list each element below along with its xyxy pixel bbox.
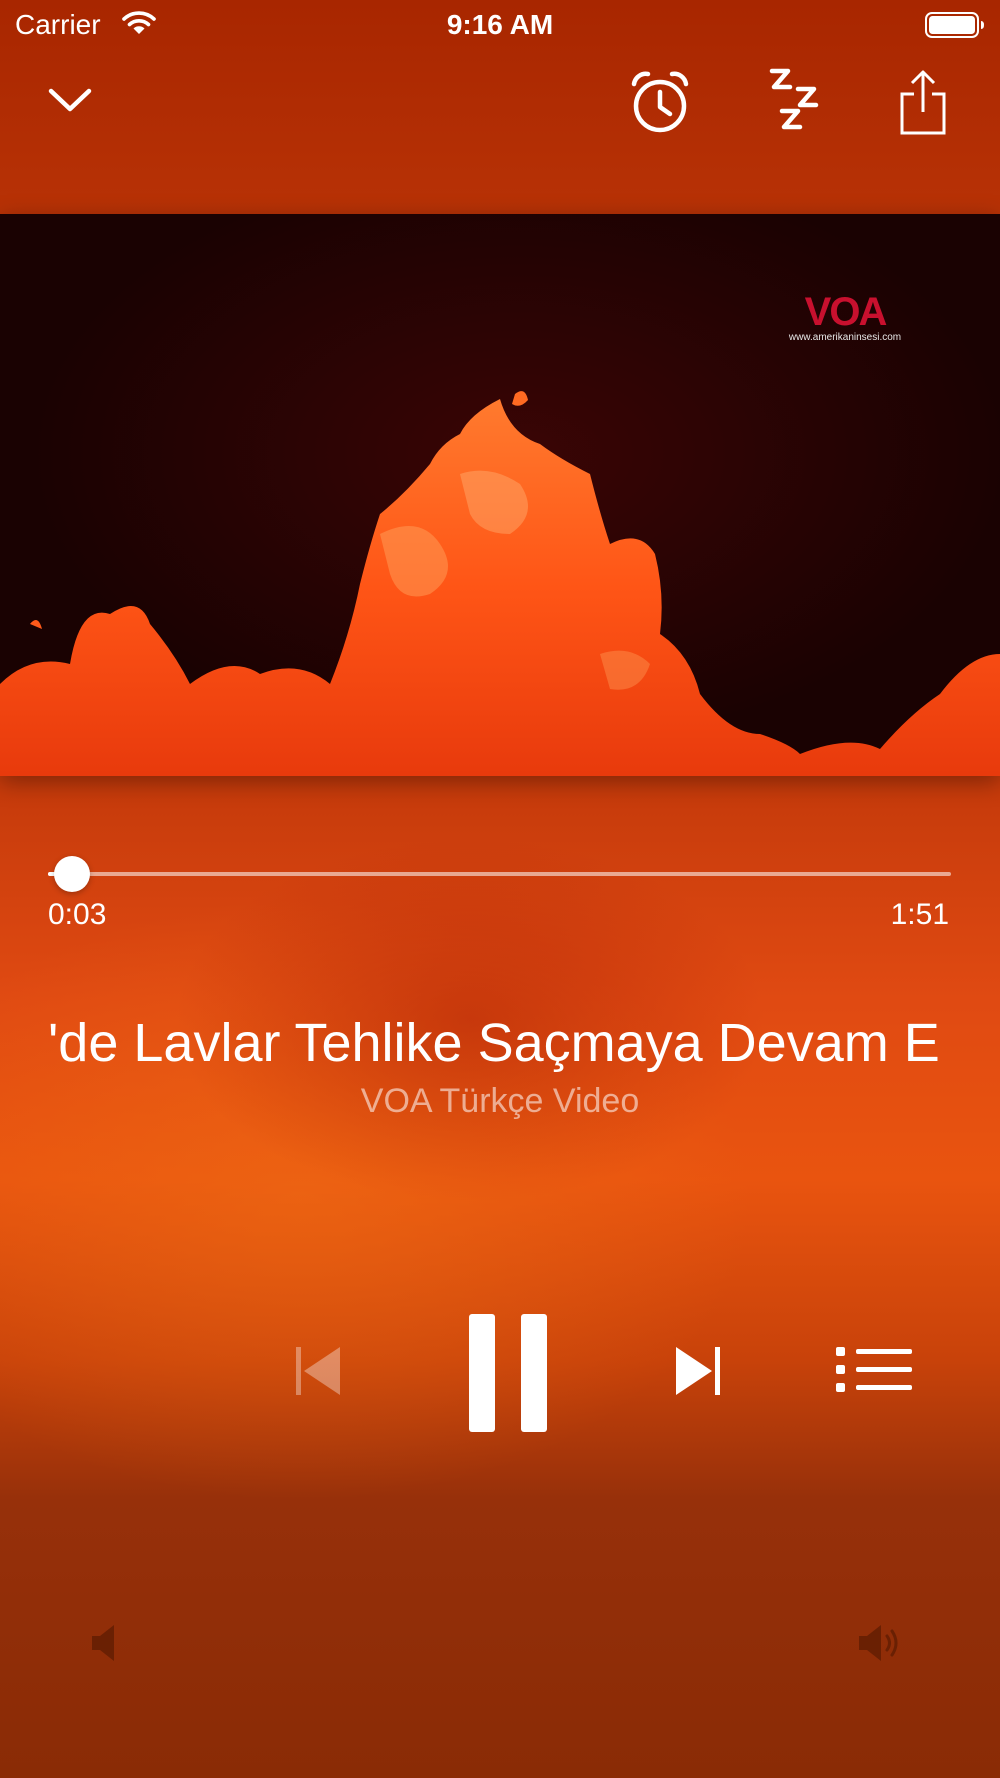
elapsed-time: 0:03 xyxy=(48,898,107,931)
video-player[interactable]: VOA www.amerikaninsesi.com xyxy=(0,214,1000,776)
status-bar: Carrier 9:16 AM xyxy=(0,0,1000,50)
sleep-timer-button[interactable] xyxy=(760,65,830,140)
track-subtitle: VOA Türkçe Video xyxy=(360,1082,640,1120)
queue-list-icon xyxy=(836,1347,912,1392)
chevron-down-icon xyxy=(48,88,92,112)
alarm-button[interactable] xyxy=(625,68,695,138)
battery-icon xyxy=(925,12,985,38)
voa-logo-text: VOA xyxy=(804,290,888,334)
share-button[interactable] xyxy=(890,65,955,140)
previous-track-button[interactable] xyxy=(280,1338,355,1403)
collapse-button[interactable] xyxy=(40,75,100,125)
voa-logo: VOA www.amerikaninsesi.com xyxy=(785,290,905,343)
status-time: 9:16 AM xyxy=(446,9,554,40)
next-track-button[interactable] xyxy=(660,1338,735,1403)
progress-slider[interactable] xyxy=(48,856,951,892)
share-icon xyxy=(900,70,945,134)
total-time: 1:51 xyxy=(890,898,949,931)
sleep-zzz-icon xyxy=(769,68,819,129)
queue-button[interactable] xyxy=(830,1340,918,1400)
pause-button[interactable] xyxy=(460,1308,555,1438)
alarm-clock-icon xyxy=(631,71,689,133)
volume-high-icon xyxy=(855,1622,905,1669)
title-marquee: 'de Lavlar Tehlike Saçmaya Devam E xyxy=(48,1010,958,1076)
pause-icon xyxy=(468,1314,547,1432)
previous-track-icon xyxy=(295,1346,340,1395)
progress-thumb[interactable] xyxy=(54,856,91,892)
voa-logo-url: www.amerikaninsesi.com xyxy=(788,332,902,343)
volume-low-icon xyxy=(88,1622,128,1669)
track-title: 'de Lavlar Tehlike Saçmaya Devam E xyxy=(48,1013,940,1073)
next-track-icon xyxy=(675,1346,720,1395)
